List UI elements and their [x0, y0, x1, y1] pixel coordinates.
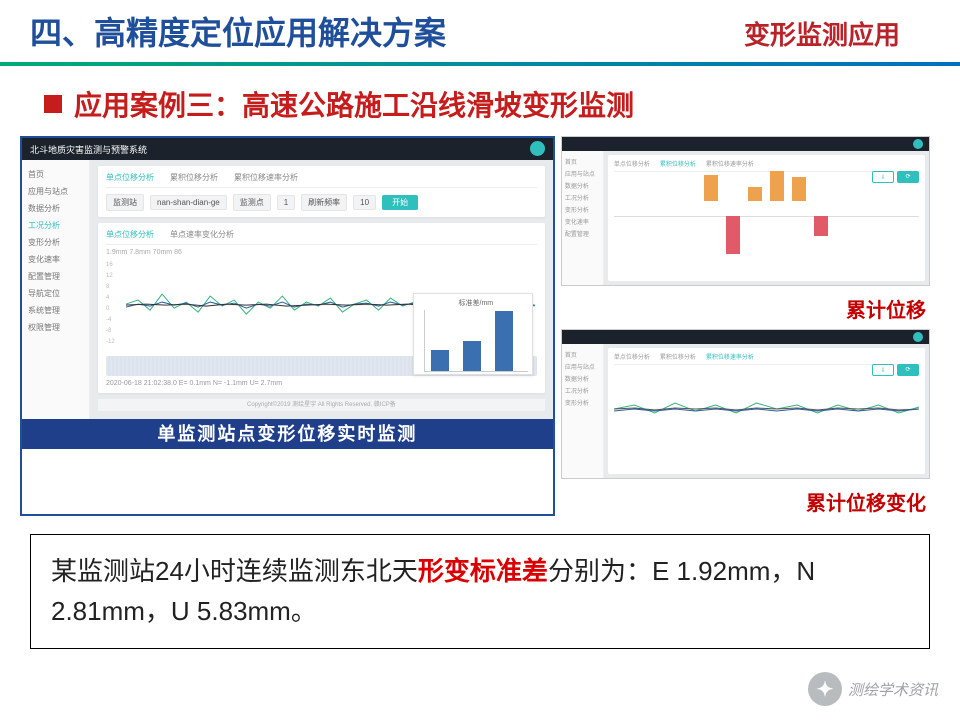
- bar-neg: [726, 216, 740, 254]
- sidebar-item[interactable]: 工况分析: [565, 191, 600, 203]
- chart-tab[interactable]: 单点位移分析: [106, 229, 154, 240]
- sidebar-item[interactable]: 变形分析: [565, 203, 600, 215]
- sidebar-item[interactable]: 配置管理: [565, 227, 600, 239]
- app-body: 首页 应用与站点 数据分析 工况分析 变形分析 变化速率 配置管理 导航定位 系…: [22, 160, 553, 419]
- tabs: 单点位移分析 累积位移分析 累积位移速率分析: [106, 172, 537, 188]
- rate-label: 刷新频率: [301, 194, 347, 211]
- sidebar: 首页 应用与站点 数据分析 工况分析 变形分析 变化速率 配置管理 导航定位 系…: [22, 160, 90, 419]
- avatar[interactable]: [913, 332, 923, 342]
- app-title: 北斗地质灾害监测与预警系统: [30, 143, 147, 156]
- bar-neg: [814, 216, 828, 236]
- tab[interactable]: 累积位移速率分析: [234, 172, 298, 183]
- bullet-icon: [44, 95, 62, 113]
- tab[interactable]: 累积位移分析: [660, 352, 696, 361]
- top-right-window: 首页 应用与站点 数据分析 工况分析 变形分析 变化速率 配置管理 单点位移分析…: [561, 136, 930, 286]
- label-cumulative-change: 累计位移变化: [561, 487, 930, 516]
- timestamp-line: 2020-06-18 21:02:38.0 E= 0.1mm N= -1.1mm…: [106, 380, 537, 387]
- bar-N: [463, 341, 481, 371]
- slide-header: 四、高精度定位应用解决方案 变形监测应用: [0, 0, 960, 66]
- app-topbar: 北斗地质灾害监测与预警系统: [22, 138, 553, 160]
- sidebar-item[interactable]: 权限管理: [22, 319, 89, 336]
- label-cumulative: 累计位移: [561, 294, 930, 323]
- sidebar-item-active[interactable]: 工况分析: [22, 217, 89, 234]
- avatar[interactable]: [530, 141, 545, 156]
- conclusion-box: 某监测站24小时连续监测东北天形变标准差分别为：E 1.92mm，N 2.81m…: [30, 534, 930, 649]
- tab-active[interactable]: 累积位移分析: [660, 159, 696, 168]
- right-column: 首页 应用与站点 数据分析 工况分析 变形分析 变化速率 配置管理 单点位移分析…: [561, 136, 930, 516]
- app-footer: Copyright©2019 测绘星宇 All Rights Reserved.…: [98, 399, 545, 411]
- cumulative-bar-chart: [614, 180, 919, 252]
- text-highlight: 形变标准差: [418, 556, 548, 586]
- inset-stddev-chart: 标准差/mm: [413, 293, 533, 375]
- site-select[interactable]: nan-shan-dian-ge: [150, 195, 227, 210]
- bar-E: [431, 350, 449, 371]
- small-sidebar: 首页 应用与站点 数据分析 工况分析 变形分析 变化速率 配置管理: [562, 151, 604, 285]
- bottom-right-window: 首页 应用与站点 数据分析 工况分析 变形分析 单点位移分析 累积位移分析 累积…: [561, 329, 930, 479]
- text-pre: 某监测站24小时连续监测东北天: [51, 556, 418, 586]
- wechat-icon: ✦: [808, 672, 842, 706]
- sidebar-item[interactable]: 系统管理: [22, 302, 89, 319]
- watermark-text: 测绘学术资讯: [848, 679, 938, 700]
- tab-active[interactable]: 累积位移速率分析: [706, 352, 754, 361]
- left-caption: 单监测站点变形位移实时监测: [22, 419, 553, 449]
- point-select[interactable]: 1: [277, 195, 295, 210]
- bar: [770, 171, 784, 201]
- small-topbar: [562, 137, 929, 151]
- screenshot-panels: 北斗地质灾害监测与预警系统 首页 应用与站点 数据分析 工况分析 变形分析 变化…: [20, 136, 930, 516]
- bar: [704, 175, 718, 201]
- tab-active[interactable]: 单点位移分析: [106, 172, 154, 183]
- controls: 监测站 nan-shan-dian-ge 监测点 1 刷新频率 10 开始: [106, 194, 537, 211]
- point-label: 监测点: [233, 194, 271, 211]
- tab[interactable]: 单点位移分析: [614, 159, 650, 168]
- chart-tab[interactable]: 单点速率变化分析: [170, 229, 234, 240]
- rate-input[interactable]: 10: [353, 195, 376, 210]
- sidebar-item[interactable]: 应用与站点: [565, 360, 600, 372]
- small-card: 单点位移分析 累积位移分析 累积位移速率分析 ⇩ ⟳: [608, 155, 925, 281]
- watermark: ✦ 测绘学术资讯: [808, 672, 938, 706]
- small-card: 单点位移分析 累积位移分析 累积位移速率分析 ⇩ ⟳: [608, 348, 925, 474]
- left-panel: 北斗地质灾害监测与预警系统 首页 应用与站点 数据分析 工况分析 变形分析 变化…: [20, 136, 555, 516]
- sidebar-item[interactable]: 应用与站点: [22, 183, 89, 200]
- case-title: 应用案例三：高速公路施工沿线滑坡变形监测: [74, 84, 634, 124]
- sidebar-item[interactable]: 变化速率: [565, 215, 600, 227]
- site-label: 监测站: [106, 194, 144, 211]
- tab[interactable]: 累积位移分析: [170, 172, 218, 183]
- sidebar-item[interactable]: 数据分析: [565, 179, 600, 191]
- small-sidebar: 首页 应用与站点 数据分析 工况分析 变形分析: [562, 344, 604, 478]
- subtitle: 变形监测应用: [744, 15, 900, 54]
- cumulative-line-chart: [614, 375, 919, 443]
- stats-line: 1.9mm 7.8mm 70mm 86: [106, 249, 537, 256]
- avatar[interactable]: [913, 139, 923, 149]
- chart-card: 单点位移分析 单点速率变化分析 1.9mm 7.8mm 70mm 86 1612…: [98, 223, 545, 393]
- sidebar-item[interactable]: 首页: [22, 166, 89, 183]
- tab[interactable]: 累积位移速率分析: [706, 159, 754, 168]
- sidebar-item[interactable]: 配置管理: [22, 268, 89, 285]
- small-topbar: [562, 330, 929, 344]
- chart-tabs: 单点位移分析 单点速率变化分析: [106, 229, 537, 245]
- content-area: 单点位移分析 累积位移分析 累积位移速率分析 监测站 nan-shan-dian…: [90, 160, 553, 419]
- sidebar-item[interactable]: 首页: [565, 348, 600, 360]
- inset-title: 标准差/mm: [424, 298, 528, 308]
- app-window: 北斗地质灾害监测与预警系统 首页 应用与站点 数据分析 工况分析 变形分析 变化…: [22, 138, 553, 419]
- sidebar-item[interactable]: 数据分析: [565, 372, 600, 384]
- sidebar-item[interactable]: 应用与站点: [565, 167, 600, 179]
- sidebar-item[interactable]: 首页: [565, 155, 600, 167]
- sidebar-item[interactable]: 导航定位: [22, 285, 89, 302]
- bar: [792, 177, 806, 201]
- sidebar-item[interactable]: 变化速率: [22, 251, 89, 268]
- bar: [748, 187, 762, 201]
- sidebar-item[interactable]: 工况分析: [565, 384, 600, 396]
- start-button[interactable]: 开始: [382, 195, 418, 210]
- section-number: 四、: [30, 15, 94, 51]
- case-title-row: 应用案例三：高速公路施工沿线滑坡变形监测: [0, 66, 960, 124]
- sidebar-item[interactable]: 变形分析: [22, 234, 89, 251]
- bar-U: [495, 311, 513, 371]
- filter-card: 单点位移分析 累积位移分析 累积位移速率分析 监测站 nan-shan-dian…: [98, 166, 545, 217]
- body-area: 北斗地质灾害监测与预警系统 首页 应用与站点 数据分析 工况分析 变形分析 变化…: [0, 124, 960, 516]
- tab[interactable]: 单点位移分析: [614, 352, 650, 361]
- section-title: 四、高精度定位应用解决方案: [30, 8, 446, 54]
- sidebar-item[interactable]: 变形分析: [565, 396, 600, 408]
- sidebar-item[interactable]: 数据分析: [22, 200, 89, 217]
- section-heading: 高精度定位应用解决方案: [94, 15, 446, 51]
